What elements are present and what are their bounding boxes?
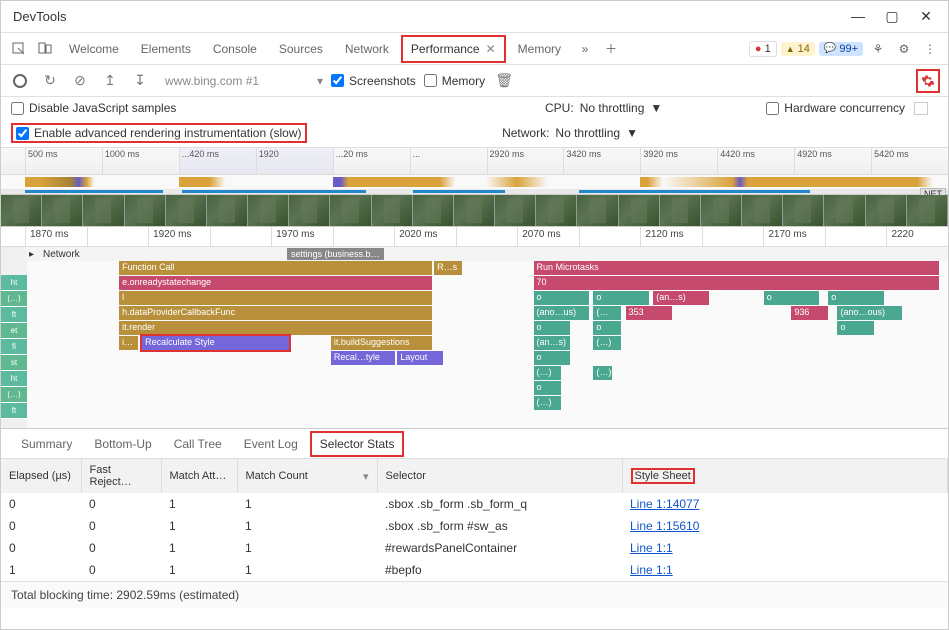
tab-bottom-up[interactable]: Bottom-Up [84,431,161,457]
message-badge[interactable]: 99+ [819,42,863,56]
network-track[interactable]: ▸ Network settings (business.b… [27,247,948,261]
more-tabs-icon[interactable]: » [573,37,597,61]
overview-cpu[interactable]: CPU [1,175,948,189]
col-style-sheet[interactable]: Style Sheet [622,459,948,493]
network-throttling: Network: No throttling ▼ [502,126,638,140]
col-match-count[interactable]: Match Count ▾ [237,459,377,493]
selector-stats-table: Elapsed (µs) Fast Reject… Match Att… Mat… [1,459,948,581]
memory-checkbox[interactable]: Memory [424,74,485,88]
warning-badge[interactable]: 14 [781,42,815,56]
flame-main[interactable]: ▸ Network settings (business.b… Function… [27,247,948,428]
cpu-throttle-select[interactable]: No throttling [580,101,645,115]
network-dropdown-icon[interactable]: ▼ [626,126,638,140]
hardware-concurrency-checkbox[interactable]: Hardware concurrency [766,101,928,115]
tab-performance[interactable]: Performance ✕ [401,35,506,63]
flame-run-microtasks[interactable]: Run Microtasks [534,261,939,275]
col-fast-reject[interactable]: Fast Reject… [81,459,161,493]
feedback-icon[interactable]: ⚘ [866,37,890,61]
close-tab-icon[interactable]: ✕ [486,42,496,56]
tab-console[interactable]: Console [203,35,267,63]
zoom-ruler[interactable]: 1870 ms 1920 ms 1970 ms 2020 ms 2070 ms … [1,227,948,247]
stylesheet-link[interactable]: Line 1:15610 [630,519,699,533]
stylesheet-link[interactable]: Line 1:14077 [630,497,699,511]
minimize-button[interactable]: — [850,8,866,25]
tab-selector-stats[interactable]: Selector Stats [310,431,405,457]
stylesheet-link[interactable]: Line 1:1 [630,563,673,577]
titlebar: DevTools — ▢ ✕ [1,1,948,33]
filmstrip-thumb [1,195,42,226]
flame-side-labels: ht (…) ft et fi st ht (…) ft [1,247,27,428]
tab-summary[interactable]: Summary [11,431,82,457]
upload-button[interactable]: ↥ [99,70,121,92]
settings-icon[interactable]: ⚙ [892,37,916,61]
main-toolbar: Welcome Elements Console Sources Network… [1,33,948,65]
clear-button[interactable]: ⊘ [69,70,91,92]
network-throttle-select[interactable]: No throttling [555,126,620,140]
tab-welcome[interactable]: Welcome [59,35,129,63]
task-settings[interactable]: settings (business.b… [287,248,384,260]
cpu-throttling: CPU: No throttling ▼ [545,101,662,115]
table-row[interactable]: 0011.sbox .sb_form .sb_form_qLine 1:1407… [1,493,948,515]
trash-icon[interactable]: 🗑 [493,70,515,92]
col-selector[interactable]: Selector [377,459,622,493]
performance-toolbar: ↻ ⊘ ↥ ↧ www.bing.com #1 ▾ Screenshots Me… [1,65,948,97]
recording-url[interactable]: www.bing.com #1 [159,74,309,88]
expand-icon[interactable]: ▸ [29,249,39,260]
advanced-rendering-checkbox[interactable]: Enable advanced rendering instrumentatio… [11,123,307,143]
window-controls: — ▢ ✕ [850,8,940,25]
options-row-1: Disable JavaScript samples CPU: No throt… [1,97,948,119]
footer-blocking-time: Total blocking time: 2902.59ms (estimate… [1,581,948,608]
reload-button[interactable]: ↻ [39,70,61,92]
download-button[interactable]: ↧ [129,70,151,92]
table-row[interactable]: 0011#rewardsPanelContainerLine 1:1 [1,537,948,559]
tab-elements[interactable]: Elements [131,35,201,63]
hc-input[interactable] [914,102,928,115]
stylesheet-link[interactable]: Line 1:1 [630,541,673,555]
tab-performance-label: Performance [411,42,480,56]
tab-network[interactable]: Network [335,35,399,63]
close-button[interactable]: ✕ [918,8,934,25]
col-match-att[interactable]: Match Att… [161,459,237,493]
inspect-icon[interactable] [7,37,31,61]
maximize-button[interactable]: ▢ [884,8,900,25]
flame-recalculate-style[interactable]: Recalculate Style [142,336,289,350]
col-elapsed[interactable]: Elapsed (µs) [1,459,81,493]
filmstrip[interactable] [1,195,948,227]
table-row[interactable]: 0011.sbox .sb_form #sw_asLine 1:15610 [1,515,948,537]
disable-js-checkbox[interactable]: Disable JavaScript samples [11,101,176,115]
tab-call-tree[interactable]: Call Tree [164,431,232,457]
flame-chart[interactable]: ht (…) ft et fi st ht (…) ft ▸ Network s… [1,247,948,429]
cpu-dropdown-icon[interactable]: ▼ [650,101,662,115]
device-icon[interactable] [33,37,57,61]
capture-settings-button[interactable] [916,69,940,93]
record-button[interactable] [9,70,31,92]
add-tab-icon[interactable]: ＋ [599,37,623,61]
tab-event-log[interactable]: Event Log [234,431,308,457]
tab-sources[interactable]: Sources [269,35,333,63]
window-title: DevTools [9,9,850,24]
overview-ruler[interactable]: 500 ms 1000 ms ...420 ms 1920 ...20 ms .… [1,147,948,175]
flame-function-call[interactable]: Function Call [119,261,432,275]
detail-tabs: Summary Bottom-Up Call Tree Event Log Se… [1,429,948,459]
tab-memory[interactable]: Memory [508,35,571,63]
screenshots-checkbox[interactable]: Screenshots [331,74,416,88]
more-icon[interactable]: ⋮ [918,37,942,61]
options-row-2: Enable advanced rendering instrumentatio… [1,119,948,147]
error-badge[interactable]: 1 [749,41,777,57]
table-row[interactable]: 1011#bepfoLine 1:1 [1,559,948,581]
